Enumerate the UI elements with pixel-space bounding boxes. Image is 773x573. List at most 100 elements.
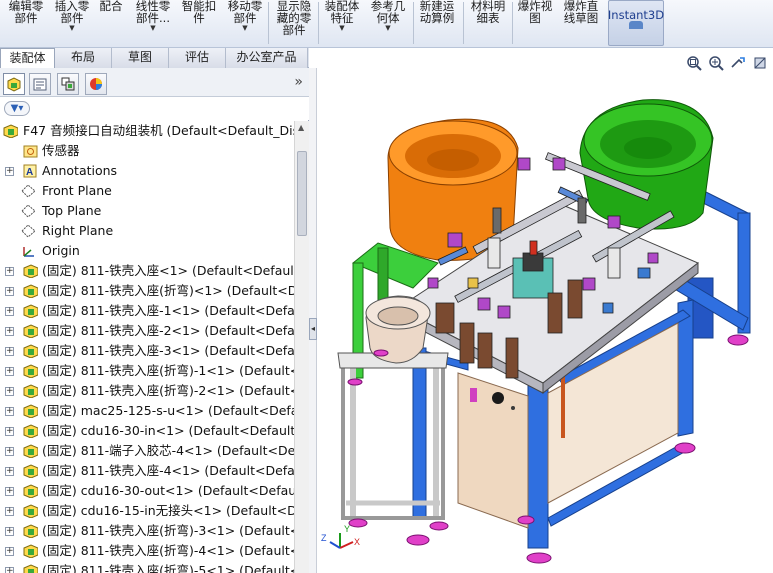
featuremanager-tab[interactable] <box>3 73 25 95</box>
tree-item-component[interactable]: + (固定) 811-铁壳入座-3<1> (Default<Default_ <box>0 341 294 361</box>
bill-of-materials-button[interactable]: 材料明 细表 <box>465 0 511 46</box>
expand-icon[interactable]: + <box>5 347 14 356</box>
dropdown-arrow-icon[interactable]: ▼ <box>150 24 155 32</box>
part-icon <box>23 324 38 338</box>
configurationmanager-tab[interactable] <box>57 73 79 95</box>
smart-fasteners-button[interactable]: 智能扣 件 <box>176 0 222 46</box>
tree-item-plane[interactable]: Front Plane <box>0 181 294 201</box>
assembly-icon <box>3 124 18 138</box>
tree-item-component[interactable]: + (固定) cdu16-15-in无接头<1> (Default<Defa <box>0 501 294 521</box>
expand-icon[interactable]: + <box>5 527 14 536</box>
tab-evaluate[interactable]: 评估 <box>169 48 226 68</box>
move-component-button[interactable]: 移动零 部件 ▼ <box>222 0 268 46</box>
dropdown-arrow-icon[interactable]: ▼ <box>385 24 390 32</box>
tree-item-component[interactable]: + (固定) 811-端子入胶芯-4<1> (Default<Defaul <box>0 441 294 461</box>
tree-item-component[interactable]: + (固定) 811-铁壳入座-2<1> (Default<Default_ <box>0 321 294 341</box>
filter-icon[interactable]: ▼▾ <box>4 101 30 116</box>
dropdown-arrow-icon[interactable]: ▼ <box>69 24 74 32</box>
reference-geometry-button[interactable]: 参考几 何体 ▼ <box>365 0 411 46</box>
tree-item-label: (固定) 811-铁壳入座-2<1> (Default<Default_ <box>42 323 294 338</box>
tree-item-plane[interactable]: Right Plane <box>0 221 294 241</box>
linear-pattern-button[interactable]: 线性零 部件... ▼ <box>130 0 176 46</box>
insert-components-button[interactable]: 插入零 部件 ▼ <box>50 0 94 46</box>
tree-item-label: (固定) 811-铁壳入座<1> (Default<Default_Di <box>42 263 294 278</box>
mate-button[interactable]: 配合 <box>95 0 127 46</box>
tree-item-annotations[interactable]: + A Annotations <box>0 161 294 181</box>
expand-icon[interactable]: + <box>5 567 14 573</box>
edit-component-button[interactable]: 编辑零 部件 <box>2 0 50 46</box>
panel-more-button[interactable]: » <box>294 74 303 90</box>
tree-item-sensor-folder[interactable]: 传感器 <box>0 141 294 161</box>
tree-item-label: (固定) 811-铁壳入座(折弯)-1<1> (Default<De <box>42 363 294 378</box>
expand-icon[interactable]: + <box>5 427 14 436</box>
plane-icon <box>21 184 36 198</box>
graphics-area[interactable]: Y X Z <box>318 48 773 573</box>
dropdown-arrow-icon[interactable]: ▼ <box>242 24 247 32</box>
solidworks-window: 编辑零 部件 插入零 部件 ▼ 配合 线性零 部件... ▼ 智能扣 件 移动零 部… <box>0 0 773 573</box>
expand-icon[interactable]: + <box>5 407 14 416</box>
displaymanager-tab[interactable] <box>85 73 107 95</box>
panel-splitter[interactable]: ◂ <box>309 68 317 573</box>
tree-item-component[interactable]: + (固定) 811-铁壳入座-1<1> (Default<Default_ <box>0 301 294 321</box>
tab-layout[interactable]: 布局 <box>55 48 112 68</box>
svg-text:A: A <box>26 167 33 178</box>
tree-item-component[interactable]: + (固定) 811-铁壳入座(折弯)-2<1> (Default<De <box>0 381 294 401</box>
ribbon-toolbar: 编辑零 部件 插入零 部件 ▼ 配合 线性零 部件... ▼ 智能扣 件 移动零 部… <box>0 0 773 48</box>
expand-icon[interactable]: + <box>5 507 14 516</box>
triad-z-label: Z <box>321 533 327 543</box>
expand-icon[interactable]: + <box>5 287 14 296</box>
tree-item-label: (固定) 811-铁壳入座-1<1> (Default<Default_ <box>42 303 294 318</box>
assembly-model-view[interactable]: Y X Z <box>318 48 773 573</box>
tab-assembly[interactable]: 装配体 <box>0 48 55 68</box>
zoom-to-area-icon[interactable] <box>707 54 725 72</box>
panel-hole <box>492 392 504 404</box>
tree-item-component[interactable]: + (固定) cdu16-30-in<1> (Default<Default_Di… <box>0 421 294 441</box>
zoom-to-fit-icon[interactable] <box>685 54 703 72</box>
tree-root[interactable]: F47 音频接口自动组装机 (Default<Default_Disp <box>0 121 294 141</box>
new-motion-study-button[interactable]: 新建运 动算例 <box>413 0 461 46</box>
expand-icon[interactable]: + <box>5 267 14 276</box>
tree-scrollbar[interactable]: ▲ <box>294 121 309 573</box>
tree-item-component[interactable]: + (固定) 811-铁壳入座(折弯)-4<1> (Default<De <box>0 541 294 561</box>
tab-sketch[interactable]: 草图 <box>112 48 169 68</box>
tree-item-label: Origin <box>42 243 80 258</box>
propertymanager-tab[interactable] <box>29 73 51 95</box>
dropdown-arrow-icon[interactable]: ▼ <box>339 24 344 32</box>
tab-office-products[interactable]: 办公室产品 <box>226 48 308 68</box>
insert-components-label: 插入零 部件 <box>54 0 90 25</box>
tree-item-component[interactable]: + (固定) 811-铁壳入座(折弯)-1<1> (Default<De <box>0 361 294 381</box>
show-hidden-components-button[interactable]: 显示隐 藏的零 部件 <box>271 0 317 46</box>
scroll-up-icon: ▲ <box>298 123 305 132</box>
expand-icon[interactable]: + <box>5 547 14 556</box>
expand-icon[interactable]: + <box>5 487 14 496</box>
previous-view-icon[interactable] <box>729 54 747 72</box>
expand-icon[interactable]: + <box>5 307 14 316</box>
exploded-view-button[interactable]: 爆炸视 图 <box>513 0 557 46</box>
tree-item-plane[interactable]: Top Plane <box>0 201 294 221</box>
tree-item-label: (固定) cdu16-30-out<1> (Default<Default_D <box>42 483 294 498</box>
expand-icon[interactable]: + <box>5 447 14 456</box>
tree-item-component[interactable]: + (固定) cdu16-30-out<1> (Default<Default_D <box>0 481 294 501</box>
tree-item-component[interactable]: + (固定) 811-铁壳入座(折弯)<1> (Default<Defa <box>0 281 294 301</box>
scroll-thumb[interactable] <box>297 151 307 236</box>
tree-item-component[interactable]: + (固定) 811-铁壳入座<1> (Default<Default_Di <box>0 261 294 281</box>
tree-item-origin[interactable]: Origin <box>0 241 294 261</box>
tree-item-label: (固定) 811-铁壳入座(折弯)-5<1> (Default<De <box>42 563 294 573</box>
collapse-panel-icon[interactable]: ◂ <box>309 318 317 340</box>
tree-item-component[interactable]: + (固定) mac25-125-s-u<1> (Default<Default_ <box>0 401 294 421</box>
instant3d-button[interactable]: Instant3D <box>608 0 664 46</box>
tree-item-component[interactable]: + (固定) 811-铁壳入座(折弯)-3<1> (Default<De <box>0 521 294 541</box>
tree-filter-bar: ▼▾ <box>0 97 309 120</box>
expand-icon[interactable]: + <box>5 387 14 396</box>
expand-icon[interactable]: + <box>5 167 14 176</box>
reference-geometry-label: 参考几 何体 <box>370 0 406 25</box>
triad-y-label: Y <box>344 524 350 534</box>
tree-item-component[interactable]: + (固定) 811-铁壳入座-4<1> (Default<Default_ <box>0 461 294 481</box>
section-view-icon[interactable] <box>751 54 769 72</box>
expand-icon[interactable]: + <box>5 327 14 336</box>
expand-icon[interactable]: + <box>5 367 14 376</box>
tree-item-component[interactable]: + (固定) 811-铁壳入座(折弯)-5<1> (Default<De <box>0 561 294 573</box>
expand-icon[interactable]: + <box>5 467 14 476</box>
assembly-features-button[interactable]: 装配体 特征 ▼ <box>320 0 364 46</box>
explode-line-sketch-button[interactable]: 爆炸直 线草图 <box>558 0 604 46</box>
